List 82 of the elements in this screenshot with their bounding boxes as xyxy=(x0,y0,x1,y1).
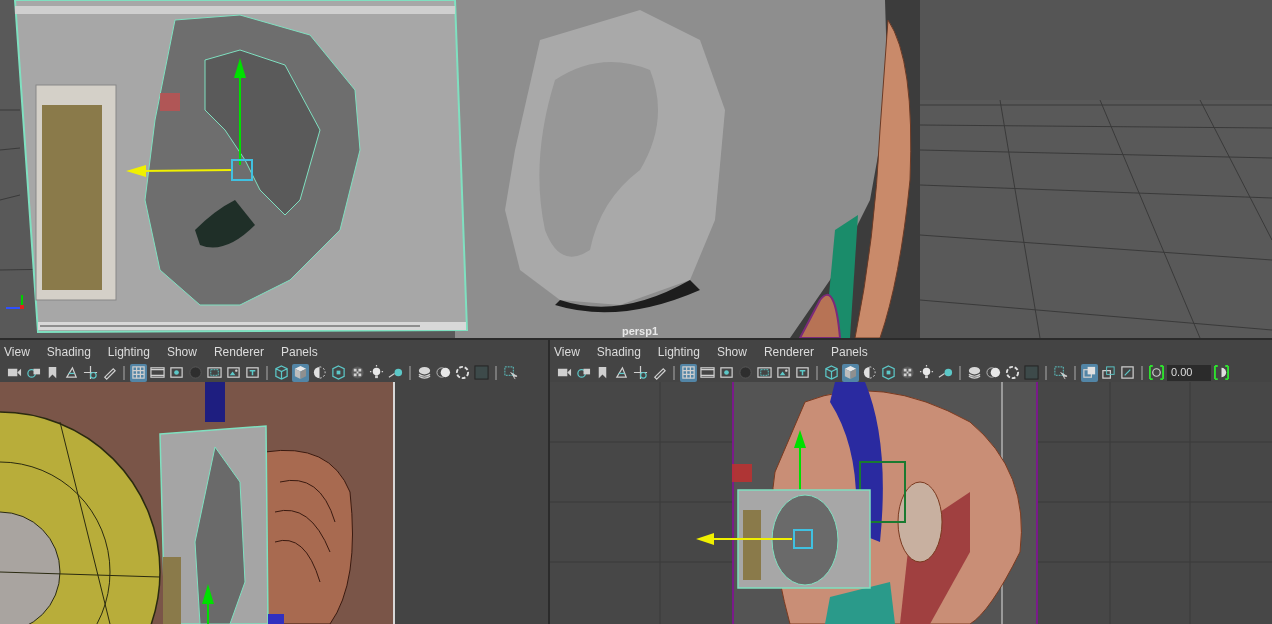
light-bulb-icon xyxy=(919,365,934,380)
dashed-ring-icon xyxy=(455,365,470,380)
picture-icon xyxy=(226,365,241,380)
aperture-icon xyxy=(1149,365,1164,380)
shaded-cube-icon xyxy=(843,365,858,380)
dashed-ring-icon xyxy=(1005,365,1020,380)
textured-cube-icon xyxy=(881,365,896,380)
two-spheres-icon xyxy=(436,365,451,380)
textured-cube-icon xyxy=(331,365,346,380)
resolution-gate-icon xyxy=(719,365,734,380)
camera-label: persp1 xyxy=(622,325,659,337)
move-tool-icon xyxy=(633,365,648,380)
stacked-squares-button[interactable] xyxy=(1081,363,1098,382)
safe-area-icon xyxy=(757,365,772,380)
half-circle-button[interactable] xyxy=(311,363,328,382)
menu-item[interactable]: Shading xyxy=(596,342,641,361)
dashed-ring-button[interactable] xyxy=(454,363,471,382)
framed-square-icon xyxy=(1120,365,1135,380)
pattern-ball-button[interactable] xyxy=(899,363,916,382)
wireframe-cube-icon xyxy=(274,365,289,380)
grid-icon xyxy=(131,365,146,380)
menu-item[interactable]: Panels xyxy=(280,342,318,361)
move-tool-button[interactable] xyxy=(82,363,99,382)
exposure-field[interactable]: 0.00 xyxy=(1167,364,1211,381)
menu-item[interactable]: Lighting xyxy=(107,342,150,361)
image-plane-icon xyxy=(64,365,79,380)
wireframe-cube-button[interactable] xyxy=(273,363,290,382)
pencil-icon xyxy=(652,365,667,380)
wireframe-cube-button[interactable] xyxy=(823,363,840,382)
select-arrow-button[interactable] xyxy=(502,363,519,382)
textured-cube-button[interactable] xyxy=(880,363,897,382)
text-icon xyxy=(795,365,810,380)
menu-item[interactable]: Renderer xyxy=(763,342,814,361)
select-arrow-icon xyxy=(503,365,518,380)
gamma-bracket-icon xyxy=(1214,365,1229,380)
menu-item[interactable]: Renderer xyxy=(213,342,264,361)
overlay-squares-button[interactable] xyxy=(1100,363,1117,382)
move-tool-icon xyxy=(83,365,98,380)
pattern-ball-button[interactable] xyxy=(349,363,366,382)
safe-area-icon xyxy=(207,365,222,380)
gamma-bracket-button[interactable] xyxy=(1213,363,1230,382)
shaded-cube-button[interactable] xyxy=(842,363,859,382)
shaded-cube-button[interactable] xyxy=(292,363,309,382)
menu-item[interactable]: Lighting xyxy=(657,342,700,361)
menu-item[interactable]: Panels xyxy=(830,342,868,361)
wireframe-cube-icon xyxy=(824,365,839,380)
text-icon xyxy=(245,365,260,380)
film-gate-icon xyxy=(150,365,165,380)
move-tool-button[interactable] xyxy=(632,363,649,382)
resolution-gate-icon xyxy=(169,365,184,380)
film-gate-icon xyxy=(700,365,715,380)
dark-circle-icon xyxy=(188,365,203,380)
picture-icon xyxy=(776,365,791,380)
half-circle-icon xyxy=(312,365,327,380)
sphere-stack-icon xyxy=(417,365,432,380)
two-spheres-icon xyxy=(986,365,1001,380)
dark-circle-icon xyxy=(738,365,753,380)
select-arrow-button[interactable] xyxy=(1052,363,1069,382)
menu-item[interactable]: Show xyxy=(166,342,197,361)
pattern-ball-icon xyxy=(350,365,365,380)
sphere-stack-icon xyxy=(967,365,982,380)
half-circle-button[interactable] xyxy=(861,363,878,382)
grid-icon xyxy=(681,365,696,380)
light-bulb-icon xyxy=(369,365,384,380)
framed-square-button[interactable] xyxy=(1119,363,1136,382)
image-plane-icon xyxy=(614,365,629,380)
half-circle-icon xyxy=(862,365,877,380)
overlay-squares-icon xyxy=(1101,365,1116,380)
pattern-ball-icon xyxy=(900,365,915,380)
select-arrow-icon xyxy=(1053,365,1068,380)
dashed-ring-button[interactable] xyxy=(1004,363,1021,382)
grid-button[interactable] xyxy=(680,363,697,382)
menu-item[interactable]: Show xyxy=(716,342,747,361)
menu-item[interactable]: View xyxy=(554,342,580,361)
pencil-icon xyxy=(102,365,117,380)
shaded-cube-icon xyxy=(293,365,308,380)
menu-item[interactable]: View xyxy=(4,342,30,361)
grid-button[interactable] xyxy=(130,363,147,382)
stacked-squares-icon xyxy=(1082,365,1097,380)
menu-item[interactable]: Shading xyxy=(46,342,91,361)
textured-cube-button[interactable] xyxy=(330,363,347,382)
aperture-button[interactable] xyxy=(1148,363,1165,382)
